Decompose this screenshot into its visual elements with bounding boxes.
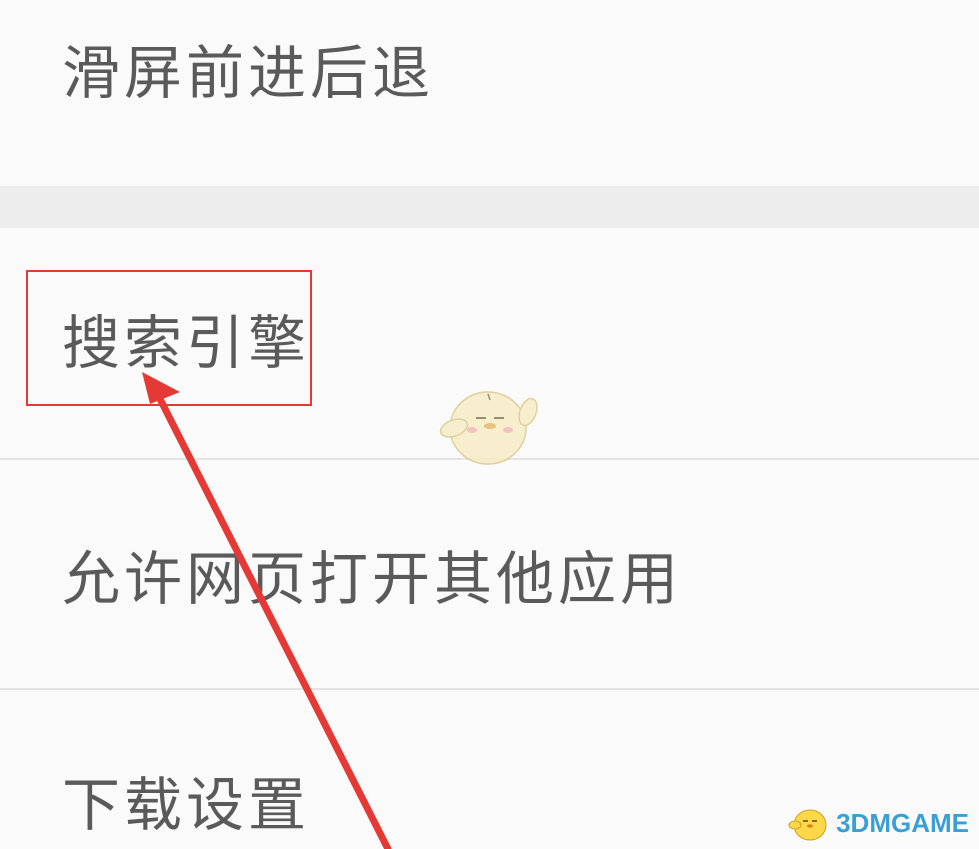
watermark-mascot-icon bbox=[788, 809, 827, 841]
settings-item-label: 下载设置 bbox=[62, 771, 311, 839]
settings-page: 滑屏前进后退 搜索引擎 允许网页打开其他应用 下载设置 3DMGAME bbox=[0, 0, 979, 849]
settings-item-label: 滑屏前进后退 bbox=[62, 39, 435, 107]
settings-item-label: 允许网页打开其他应用 bbox=[62, 545, 683, 613]
watermark: 3DMGAME bbox=[788, 803, 969, 843]
mascot-icon bbox=[439, 391, 538, 465]
section-separator bbox=[0, 186, 979, 228]
settings-item-swipe-nav[interactable]: 滑屏前进后退 bbox=[0, 0, 979, 186]
settings-item-label: 搜索引擎 bbox=[62, 309, 311, 377]
watermark-text: 3DMGAME bbox=[836, 807, 969, 838]
settings-item-allow-open-apps[interactable]: 允许网页打开其他应用 bbox=[0, 460, 979, 688]
